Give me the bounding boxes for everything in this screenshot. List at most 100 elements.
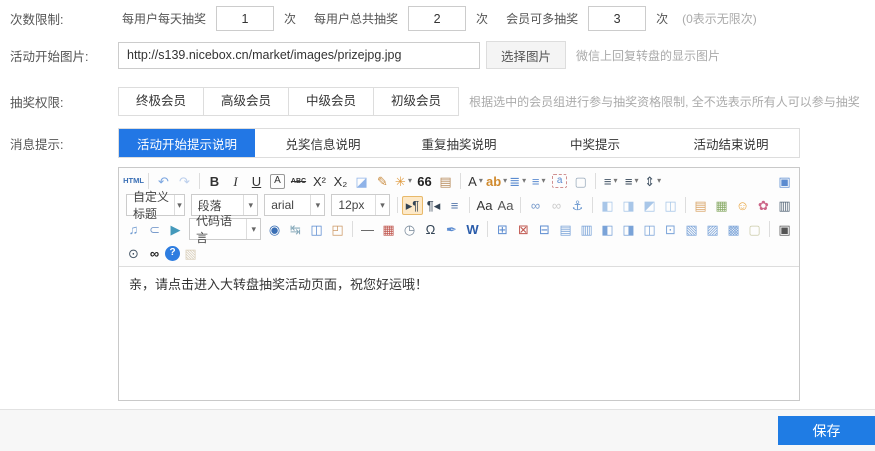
italic-icon[interactable]: I — [225, 172, 246, 191]
template-icon[interactable]: ▢ — [744, 220, 765, 239]
inline-code-icon[interactable]: a — [552, 174, 567, 188]
preview-icon[interactable]: ⊙ — [123, 244, 144, 263]
unlink-icon[interactable]: ∞ — [546, 196, 567, 215]
cell-props-icon[interactable]: ▩ — [723, 220, 744, 239]
formula-icon[interactable]: ✒ — [441, 220, 462, 239]
insert-col-left-icon[interactable]: ◧ — [597, 220, 618, 239]
subscript-icon[interactable]: X₂ — [330, 172, 351, 191]
tab-activity-end[interactable]: 活动结束说明 — [663, 129, 799, 157]
image-icon[interactable]: ▤ — [690, 196, 711, 215]
font-border-icon[interactable]: A — [270, 174, 285, 189]
iframe-icon[interactable]: ◫ — [306, 220, 327, 239]
tab-repeat-draw[interactable]: 重复抽奖说明 — [391, 129, 527, 157]
lowercase-icon[interactable]: Aa — [495, 196, 516, 215]
chevron-down-icon: ▾ — [479, 177, 483, 185]
merge-cells-icon[interactable]: ◫ — [639, 220, 660, 239]
special-char-icon[interactable]: Ω — [420, 220, 441, 239]
map-icon[interactable]: ◰ — [327, 220, 348, 239]
flash-icon[interactable]: ✿ — [753, 196, 774, 215]
bold-icon[interactable]: B — [204, 172, 225, 191]
save-button[interactable]: 保存 — [778, 416, 875, 445]
code-icon[interactable]: ◉ — [264, 220, 285, 239]
editor-toolbar: HTML↶↷BIUAABCX²X₂◪✎✳▾66▤A▾ab▾≣▾≡▾a▢≡▾≡▾⇕… — [119, 168, 799, 267]
group-button-senior[interactable]: 高级会员 — [203, 87, 289, 116]
ordered-list-icon[interactable]: ≣▾ — [507, 172, 528, 191]
paragraph-dropdown-label: 段落 — [198, 197, 222, 214]
eraser-icon[interactable]: ◪ — [351, 172, 372, 191]
delete-col-icon[interactable]: ▨ — [702, 220, 723, 239]
redo-icon[interactable]: ↷ — [174, 172, 195, 191]
calendar-icon[interactable]: ▦ — [378, 220, 399, 239]
delete-table-icon[interactable]: ⊠ — [513, 220, 534, 239]
net-image-icon[interactable]: ▦ — [711, 196, 732, 215]
page-break-icon[interactable]: ↹ — [285, 220, 306, 239]
superscript-icon[interactable]: X² — [309, 172, 330, 191]
image-center-icon[interactable]: ◨ — [618, 196, 639, 215]
member-extra-input[interactable] — [588, 6, 646, 31]
find-replace-icon[interactable]: ∞ — [144, 244, 165, 263]
start-image-url-input[interactable] — [118, 42, 480, 69]
toolbar-separator — [460, 173, 461, 189]
music-icon[interactable]: ♫ — [123, 220, 144, 239]
anchor-icon[interactable]: ⚓ — [567, 196, 588, 215]
tab-redeem-info[interactable]: 兑奖信息说明 — [255, 129, 391, 157]
style-dropdown[interactable]: 自定义标题▾ — [126, 194, 185, 216]
chevron-down-icon: ▾ — [174, 195, 183, 215]
paste-plain-icon[interactable]: ▤ — [435, 172, 456, 191]
align-icon[interactable]: ≡▾ — [621, 172, 642, 191]
insert-row-above-icon[interactable]: ▤ — [555, 220, 576, 239]
line-height-icon[interactable]: ⇕▾ — [642, 172, 663, 191]
chevron-down-icon: ▾ — [246, 219, 260, 239]
word-paste-icon[interactable]: W — [462, 220, 483, 239]
split-cells-icon[interactable]: ⊡ — [660, 220, 681, 239]
image-block-icon[interactable]: ◫ — [660, 196, 681, 215]
insert-col-right-icon[interactable]: ◨ — [618, 220, 639, 239]
font-color-icon[interactable]: A▾ — [465, 172, 486, 191]
font-family-dropdown[interactable]: arial▾ — [264, 194, 325, 216]
paste-icon[interactable]: ▧ — [180, 244, 201, 263]
new-page-icon[interactable]: ▢ — [570, 172, 591, 191]
per-day-input[interactable] — [216, 6, 274, 31]
group-button-middle[interactable]: 中级会员 — [288, 87, 374, 116]
indent-icon[interactable]: ≡▾ — [600, 172, 621, 191]
image-left-icon[interactable]: ◧ — [597, 196, 618, 215]
insert-video-icon[interactable]: ▶ — [165, 220, 186, 239]
ltr-icon[interactable]: ▸¶ — [402, 196, 423, 215]
total-input[interactable] — [408, 6, 466, 31]
chevron-down-icon: ▾ — [310, 195, 324, 215]
fullscreen-icon[interactable]: ▣ — [774, 172, 795, 191]
delete-row-icon[interactable]: ▧ — [681, 220, 702, 239]
group-button-junior[interactable]: 初级会员 — [373, 87, 459, 116]
table-props-icon[interactable]: ⊟ — [534, 220, 555, 239]
tab-activity-start[interactable]: 活动开始提示说明 — [119, 129, 255, 157]
group-button-ultimate[interactable]: 终极会员 — [118, 87, 204, 116]
justify-icon[interactable]: ≡ — [444, 196, 465, 215]
highlight-color-icon[interactable]: ab▾ — [486, 172, 507, 191]
toolbar-separator — [148, 173, 149, 189]
emoticon-icon[interactable]: ☺ — [732, 196, 753, 215]
choose-image-button[interactable]: 选择图片 — [486, 41, 566, 69]
rtl-icon[interactable]: ¶◂ — [423, 196, 444, 215]
editor-content[interactable]: 亲，请点击进入大转盘抽奖活动页面，祝您好运哦！ — [119, 267, 799, 400]
link-icon[interactable]: ∞ — [525, 196, 546, 215]
tab-win-notice[interactable]: 中奖提示 — [527, 129, 663, 157]
insert-row-below-icon[interactable]: ▥ — [576, 220, 597, 239]
image-right-icon[interactable]: ◩ — [639, 196, 660, 215]
print-icon[interactable]: ▣ — [774, 220, 795, 239]
code-language-dropdown[interactable]: 代码语言▾ — [189, 218, 261, 240]
toolbar-separator — [592, 197, 593, 213]
font-size-dropdown[interactable]: 12px▾ — [331, 194, 390, 216]
help-icon[interactable]: ? — [165, 246, 180, 261]
uppercase-icon[interactable]: Aa — [474, 196, 495, 215]
strikethrough-icon[interactable]: ABC — [288, 172, 309, 191]
underline-icon[interactable]: U — [246, 172, 267, 191]
unordered-list-icon[interactable]: ≡▾ — [528, 172, 549, 191]
attachment-icon[interactable]: ⊂ — [144, 220, 165, 239]
insert-table-icon[interactable]: ⊞ — [492, 220, 513, 239]
format-brush-icon[interactable]: ✎ — [372, 172, 393, 191]
clock-icon[interactable]: ◷ — [399, 220, 420, 239]
hr-icon[interactable]: — — [357, 220, 378, 239]
media-icon[interactable]: ▥ — [774, 196, 795, 215]
quick-format-icon[interactable]: ✳▾ — [393, 172, 414, 191]
blockquote-icon[interactable]: 66 — [414, 172, 435, 191]
